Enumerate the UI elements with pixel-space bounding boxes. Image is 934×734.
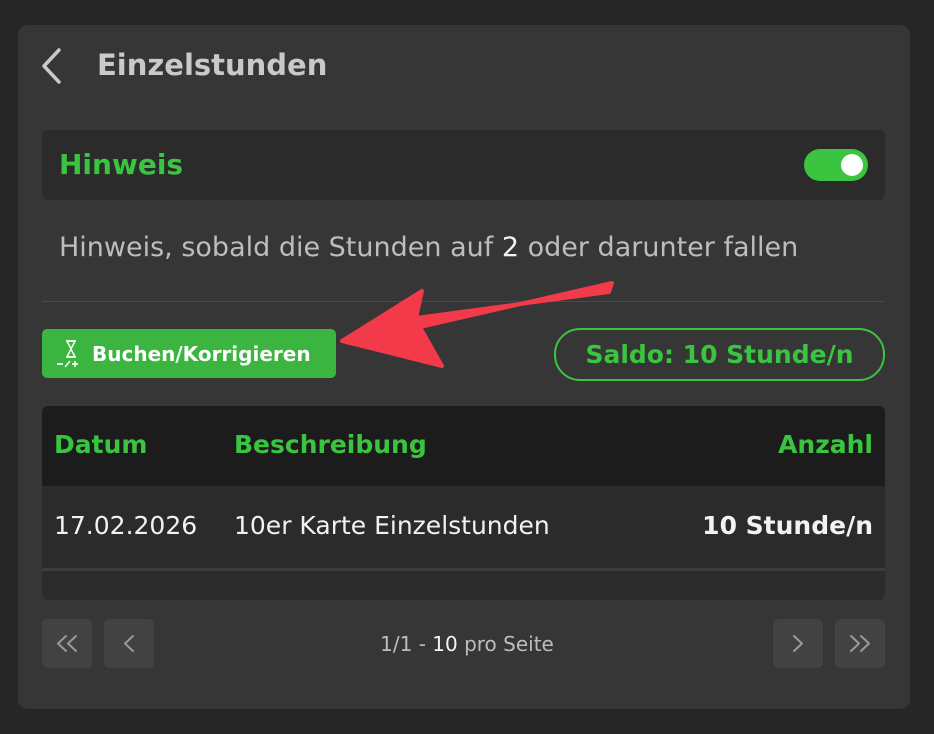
column-header-date[interactable]: Datum bbox=[54, 430, 147, 459]
chevron-right-icon bbox=[793, 635, 803, 652]
hourglass-plus-minus-icon bbox=[57, 339, 78, 367]
per-page-label: pro Seite bbox=[464, 632, 554, 656]
row-amount: 10 Stunde/n bbox=[702, 511, 873, 540]
book-correct-button[interactable]: Buchen/Korrigieren bbox=[42, 329, 336, 378]
double-chevron-right-icon bbox=[850, 635, 870, 652]
notice-label: Hinweis bbox=[59, 148, 184, 181]
back-button[interactable] bbox=[40, 46, 66, 86]
saldo-badge: Saldo: 10 Stunde/n bbox=[554, 328, 885, 381]
section-divider bbox=[42, 301, 885, 302]
column-header-amount[interactable]: Anzahl bbox=[778, 430, 873, 459]
row-description: 10er Karte Einzelstunden bbox=[234, 511, 550, 540]
notice-toggle[interactable] bbox=[804, 149, 868, 181]
bookings-table: Datum Beschreibung Anzahl 17.02.2026 10e… bbox=[42, 406, 885, 600]
next-page-button[interactable] bbox=[773, 619, 823, 668]
notice-description: Hinweis, sobald die Stunden auf 2 oder d… bbox=[59, 232, 798, 263]
table-row[interactable]: 17.02.2026 10er Karte Einzelstunden 10 S… bbox=[42, 486, 885, 571]
description-text-end: oder darunter fallen bbox=[527, 232, 799, 263]
row-date: 17.02.2026 bbox=[54, 511, 198, 540]
chevron-left-icon bbox=[42, 48, 61, 84]
page-indicator: 1/1 bbox=[380, 632, 413, 656]
book-correct-label: Buchen/Korrigieren bbox=[92, 341, 311, 366]
per-page-value[interactable]: 10 bbox=[432, 632, 457, 656]
description-text-start: Hinweis, sobald die Stunden auf bbox=[59, 232, 494, 263]
page-title: Einzelstunden bbox=[97, 48, 328, 82]
notice-settings: Hinweis bbox=[42, 130, 885, 200]
column-header-description[interactable]: Beschreibung bbox=[234, 430, 427, 459]
last-page-button[interactable] bbox=[835, 619, 885, 668]
toggle-knob bbox=[841, 154, 863, 176]
table-header: Datum Beschreibung Anzahl bbox=[42, 406, 885, 486]
page-separator: - bbox=[418, 632, 426, 656]
threshold-value: 2 bbox=[501, 232, 520, 263]
